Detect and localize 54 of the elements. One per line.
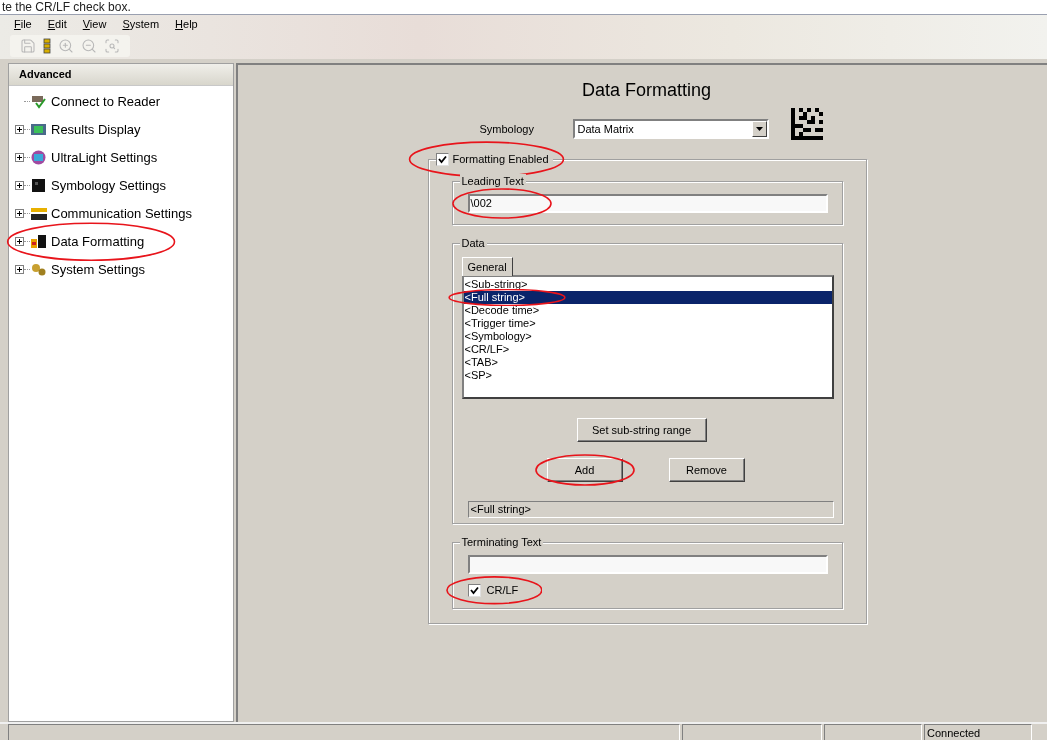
list-item[interactable]: <Symbology> [463,330,832,343]
reader-check-icon [30,93,47,110]
expand-icon[interactable] [15,153,24,162]
page-title: Data Formatting [581,79,712,102]
menu-item[interactable]: System [122,15,160,33]
connector-icon[interactable] [43,38,51,54]
caption-text: te the CR/LF check box. [2,0,131,14]
data-matrix-icon [790,108,823,140]
list-item[interactable]: <Decode time> [463,304,832,317]
list-item[interactable]: <TAB> [463,356,832,369]
expand-icon[interactable] [15,181,24,190]
menu-item[interactable]: Help [175,15,198,33]
group-legend: Terminating Text [461,536,542,548]
sidebar-header: Advanced [9,64,233,86]
tree-item[interactable]: System Settings [51,259,145,280]
list-item[interactable]: <Sub-string> [463,278,832,291]
list-item[interactable]: <Full string> [463,291,832,304]
menu-item[interactable]: Edit [47,15,67,33]
checkbox[interactable] [435,152,449,166]
field-label: Symbology [479,121,535,137]
checkbox-label: Formatting Enabled [452,151,549,167]
formatting-icon [30,233,47,250]
list-item[interactable]: <SP> [463,369,832,382]
light-icon [30,149,47,166]
selected-output-field: <Full string> [467,501,834,518]
expand-icon[interactable] [15,237,24,246]
cable-icon [30,205,47,222]
terminating-text-field[interactable] [467,555,828,574]
list-item[interactable]: <Trigger time> [463,317,832,330]
tree-item[interactable]: Symbology Settings [51,175,166,196]
checkbox[interactable] [467,583,481,597]
expand-icon[interactable] [15,265,24,274]
dialog-button[interactable]: Remove [668,458,745,482]
group-legend: Data [461,237,485,249]
tree-item[interactable]: UltraLight Settings [51,147,158,168]
menu-item[interactable]: View [82,15,107,33]
dialog-button[interactable]: Set sub-string range [576,418,707,442]
checkbox-label: CR/LF [486,583,519,598]
tab[interactable]: General [461,257,513,276]
symbology-dropdown[interactable]: Data Matrix [572,119,769,139]
list-item[interactable]: <CR/LF> [463,343,832,356]
leading-text-field[interactable]: \002 [467,194,828,213]
tree-item[interactable]: Communication Settings [51,203,192,224]
monitor-icon [30,121,47,138]
dialog-button[interactable]: Add [546,458,623,482]
tree-item[interactable]: Results Display [51,119,141,140]
barcode-icon [30,177,47,194]
expand-icon[interactable] [15,125,24,134]
connection-status: Connected [924,724,1032,740]
tree-item[interactable]: Connect to Reader [51,91,161,112]
group-legend: Leading Text [461,175,524,187]
gears-icon [30,261,47,278]
expand-icon[interactable] [15,209,24,218]
menu-item[interactable]: File [14,15,32,33]
